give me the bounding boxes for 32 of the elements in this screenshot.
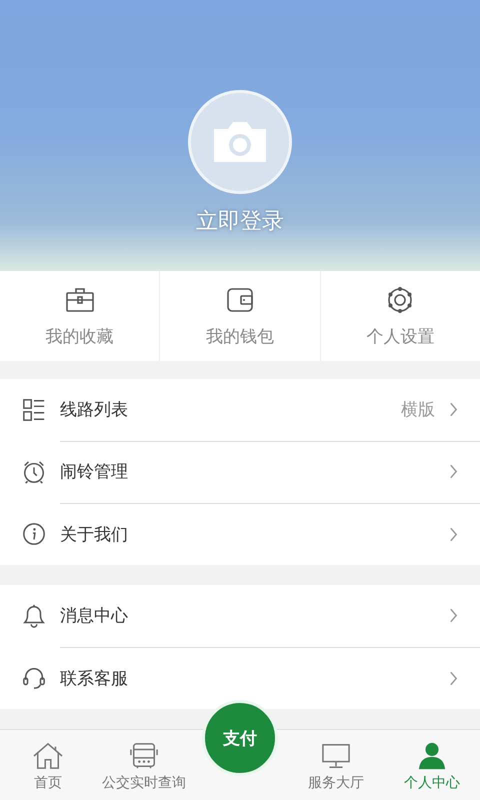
tab-item[interactable]: 个人中心 bbox=[384, 730, 480, 800]
bus-icon bbox=[128, 742, 160, 770]
pay-button[interactable]: 支付 bbox=[202, 700, 278, 776]
monitor-icon bbox=[320, 742, 352, 770]
shortcut-button[interactable]: 我的收藏 bbox=[0, 271, 160, 362]
menu-item[interactable]: 线路列表 横版 bbox=[0, 379, 480, 442]
menu-item-label: 关于我们 bbox=[60, 524, 129, 546]
shortcut-button[interactable]: 我的钱包 bbox=[159, 271, 320, 362]
tab-item[interactable]: 公交实时查询 bbox=[96, 730, 192, 800]
list-icon bbox=[22, 398, 46, 422]
menu-item[interactable]: 关于我们 bbox=[0, 503, 480, 566]
shortcut-button[interactable]: 个人设置 bbox=[320, 271, 480, 362]
menu-item-value: 横版 bbox=[401, 399, 435, 422]
info-icon bbox=[22, 522, 46, 546]
menu-item[interactable]: 闹铃管理 bbox=[0, 441, 480, 504]
chevron-right-icon bbox=[449, 670, 458, 686]
home-icon bbox=[32, 742, 64, 770]
chevron-right-icon bbox=[449, 526, 458, 542]
chevron-right-icon bbox=[449, 402, 458, 418]
headset-icon bbox=[22, 666, 46, 690]
menu-item-label: 消息中心 bbox=[60, 605, 129, 628]
chevron-right-icon bbox=[449, 608, 458, 624]
menu-item-label: 联系客服 bbox=[60, 668, 129, 690]
menu-item[interactable]: 消息中心 bbox=[0, 585, 480, 648]
bell-icon bbox=[22, 604, 46, 628]
person-icon bbox=[416, 742, 448, 770]
tab-item[interactable]: 服务大厅 bbox=[288, 730, 384, 800]
menu-item-label: 闹铃管理 bbox=[60, 461, 129, 484]
tab-item[interactable]: 首页 bbox=[0, 730, 96, 800]
menu-item-label: 线路列表 bbox=[60, 399, 129, 422]
chevron-right-icon bbox=[449, 464, 458, 480]
alarm-clock-icon bbox=[22, 460, 46, 484]
